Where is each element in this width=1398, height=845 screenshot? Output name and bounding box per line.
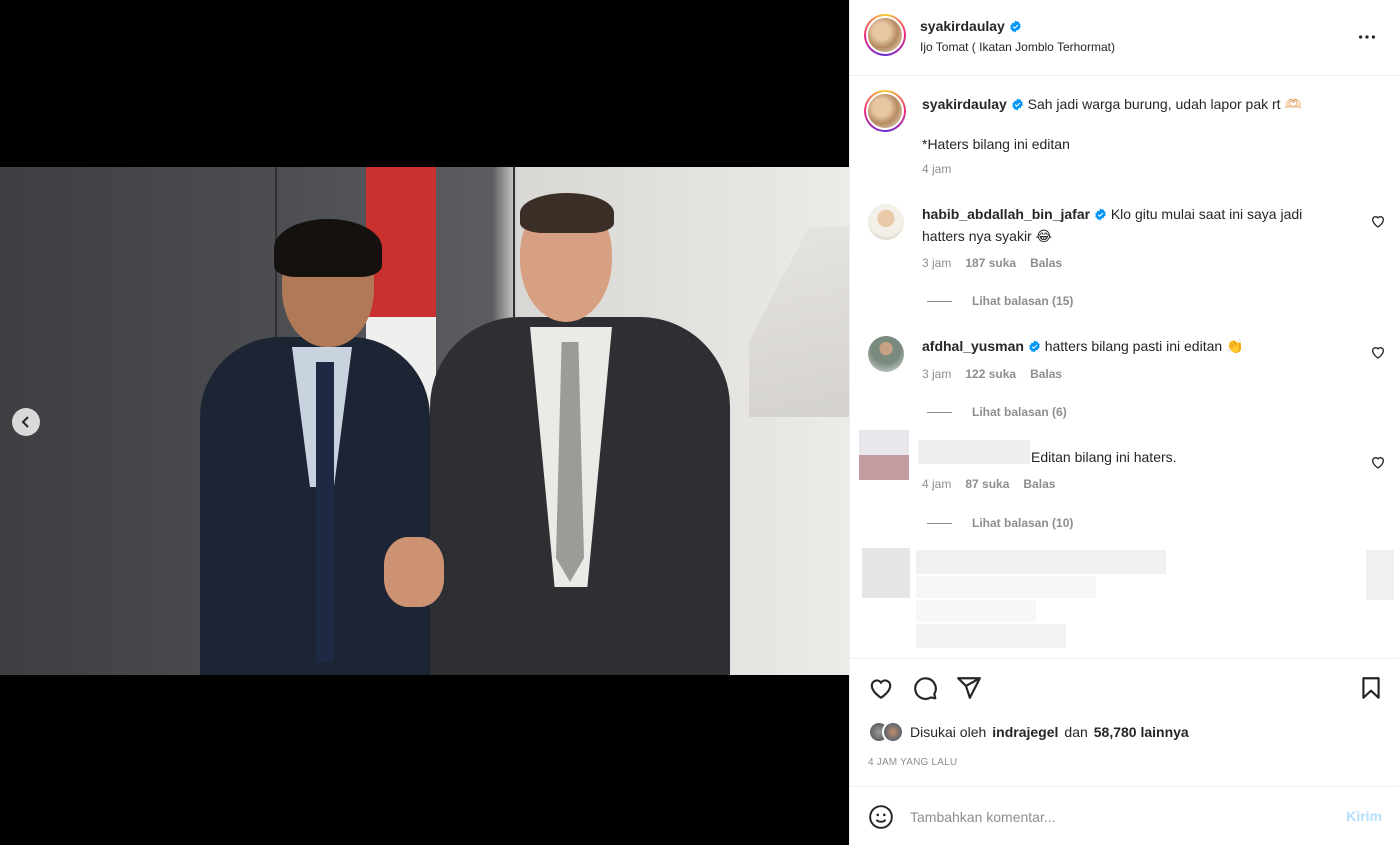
view-replies-label: Lihat balasan (15) [972,294,1074,308]
chevron-left-icon [21,416,29,428]
heart-icon[interactable] [1370,344,1386,360]
comment-username[interactable] [918,440,1030,464]
post-side-panel: syakirdaulay Ijo Tomat ( Ikatan Jomblo T… [849,0,1398,845]
post-header: syakirdaulay Ijo Tomat ( Ikatan Jomblo T… [850,0,1398,76]
add-comment-bar: Kirim [850,786,1398,845]
avatar[interactable] [868,204,904,240]
view-replies-button[interactable]: Lihat balasan (15) [927,294,1073,308]
comment-likes[interactable]: 187 suka [965,256,1016,270]
posted-ago[interactable]: 4 JAM YANG LALU [868,757,957,768]
avatar[interactable] [864,14,906,56]
post-photo [0,167,849,675]
avatar[interactable] [868,336,904,372]
reply-button[interactable]: Balas [1023,477,1055,491]
liked-by-count[interactable]: 58,780 lainnya [1094,724,1189,740]
more-icon[interactable] [1356,26,1378,48]
view-replies-button[interactable]: Lihat balasan (10) [927,516,1073,530]
verified-icon [1029,340,1040,353]
liked-by-prefix: Disukai oleh [910,724,987,740]
liked-by: Disukai oleh indrajegel dan 58,780 lainn… [868,721,1189,743]
verified-icon [1010,20,1021,32]
comment-time[interactable]: 3 jam [922,367,951,381]
reply-button[interactable]: Balas [1030,367,1062,381]
caption-text: Sah jadi warga burung, udah lapor pak rt… [1027,96,1302,112]
comment-icon[interactable] [912,675,938,701]
comment-username[interactable]: habib_abdallah_bin_jafar [922,206,1090,222]
caption-username[interactable]: syakirdaulay [922,96,1007,112]
avatar[interactable] [882,721,904,743]
comment-time[interactable]: 4 jam [922,477,951,491]
previous-image-button[interactable] [12,408,40,436]
avatar[interactable] [859,430,909,455]
caption-line-2: *Haters bilang ini editan [922,136,1070,152]
post-actions: Disukai oleh indrajegel dan 58,780 lainn… [850,658,1398,788]
reply-button[interactable]: Balas [1030,256,1062,270]
caption-time[interactable]: 4 jam [922,162,951,176]
post-comment-button[interactable]: Kirim [1346,808,1382,824]
comment-username[interactable]: afdhal_yusman [922,338,1024,354]
liked-by-and: dan [1064,724,1088,740]
view-replies-label: Lihat balasan (10) [972,516,1074,530]
comment-likes[interactable]: 87 suka [965,477,1009,491]
heart-icon[interactable] [1370,454,1386,470]
view-replies-button[interactable]: Lihat balasan (6) [927,405,1067,419]
liked-by-user[interactable]: indrajegel [992,724,1058,740]
avatar[interactable] [862,548,910,598]
post-location[interactable]: Ijo Tomat ( Ikatan Jomblo Terhormat) [920,40,1115,54]
heart-icon[interactable] [1370,213,1386,229]
comment-text: hatters bilang pasti ini editan 👏 [1044,338,1244,354]
instagram-post-modal: syakirdaulay Ijo Tomat ( Ikatan Jomblo T… [0,0,1398,845]
heart-icon[interactable] [868,675,894,701]
post-author-username[interactable]: syakirdaulay [920,18,1005,34]
comment-input[interactable] [910,805,1310,829]
verified-icon [1095,208,1106,221]
share-icon[interactable] [956,675,982,701]
verified-icon [1011,98,1023,111]
comment-time[interactable]: 3 jam [922,256,951,270]
post-media [0,0,849,845]
avatar[interactable] [864,90,906,132]
comment-likes[interactable]: 122 suka [965,367,1016,381]
bookmark-icon[interactable] [1358,675,1384,701]
view-replies-label: Lihat balasan (6) [972,405,1067,419]
emoji-icon[interactable] [868,804,894,830]
comment-text: Editan bilang ini haters. [1031,449,1177,465]
